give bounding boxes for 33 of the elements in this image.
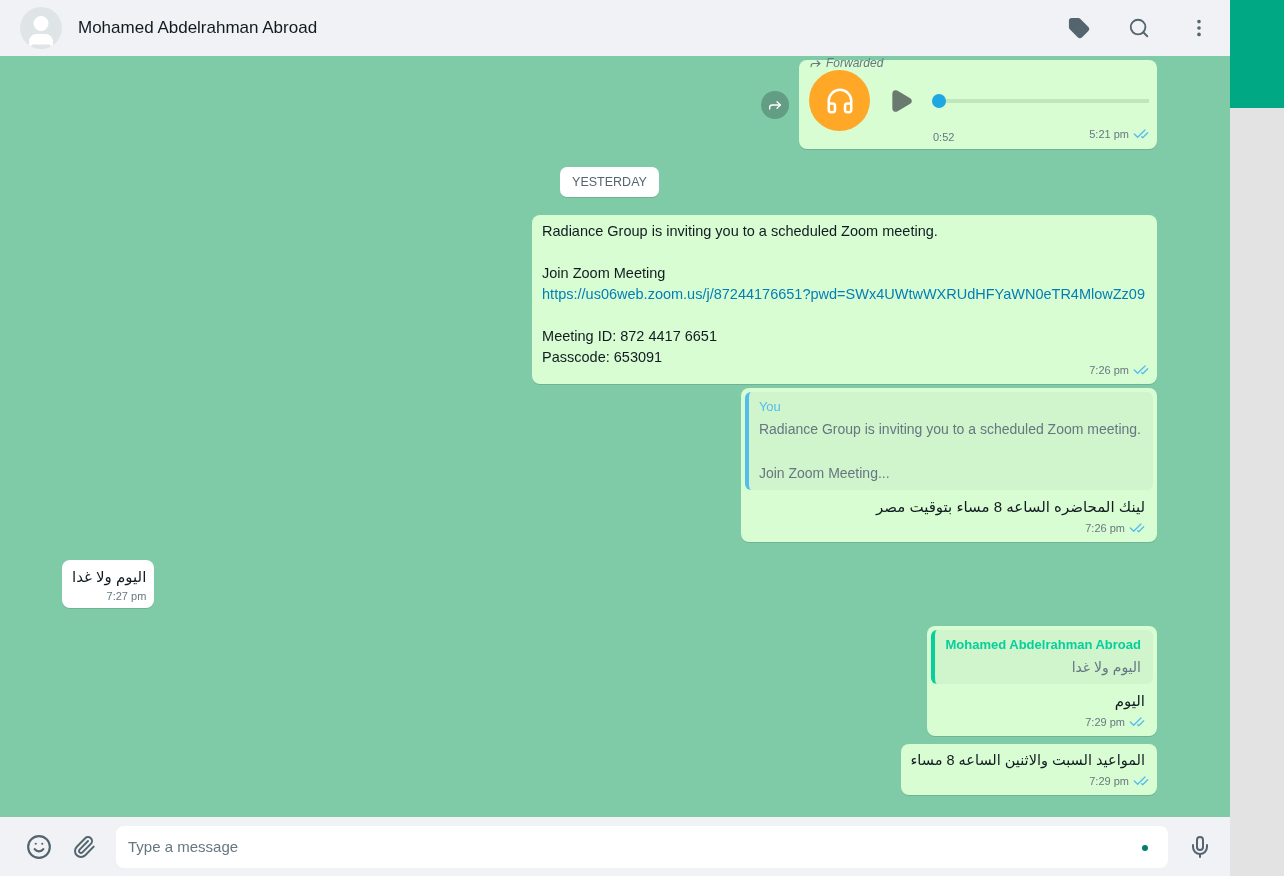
meeting-link[interactable]: https://us06web.zoom.us/j/87244176651?pwd=SWx4UWtwWXRUdHFYaWN0eTR4MlowZz09	[542, 284, 1145, 305]
message-text: المواعيد السبت والاثنين الساعه 8 مساء	[910, 751, 1145, 771]
attach-icon[interactable]	[72, 834, 96, 859]
message-text: لينك المحاضره الساعه 8 مساء بتوقيت مصر	[874, 497, 1145, 518]
forwarded-label: Forwarded	[826, 56, 884, 70]
date-chip: YESTERDAY	[560, 167, 659, 197]
message-text: Radiance Group is inviting you to a scheduled Zoom meeting.	[542, 222, 939, 241]
audio-duration: 0:52	[933, 131, 955, 143]
quote-text: Radiance Group is inviting you to a scheduled Zoom meeting.	[758, 420, 1141, 439]
message-text: Passcode: 653091	[542, 348, 664, 367]
quote-author: Mohamed Abdelrahman Abroad	[945, 636, 1141, 654]
headphones-avatar	[809, 70, 870, 131]
search-icon[interactable]	[1128, 17, 1150, 39]
status-dot-icon	[1142, 844, 1148, 851]
message-time: 7:29 pm	[1085, 716, 1125, 728]
quote-author: You	[758, 398, 782, 416]
quote-text: Join Zoom Meeting...	[758, 464, 891, 483]
message-time: 7:29 pm	[1089, 775, 1129, 787]
message-time: 7:26 pm	[1089, 364, 1129, 376]
emoji-icon[interactable]	[26, 833, 52, 860]
message-time: 5:21 pm	[1089, 128, 1129, 140]
quoted-message[interactable]: You Radiance Group is inviting you to a scheduled Zoom meeting. Join Zoom Meeting...	[744, 392, 1153, 490]
message-text: Join Zoom Meeting	[542, 264, 667, 283]
message-time: 7:27 pm	[106, 590, 147, 602]
message-text: اليوم ولا غدا	[72, 567, 147, 588]
audio-thumb[interactable]	[932, 93, 946, 108]
message-text: Meeting ID: 872 4417 6651	[542, 327, 718, 346]
contact-name[interactable]: Mohamed Abdelrahman Abroad	[78, 18, 1030, 38]
message-time: 7:26 pm	[1085, 522, 1125, 534]
message-input[interactable]: Type a message	[116, 825, 1168, 868]
label-icon[interactable]	[1068, 17, 1090, 39]
quote-text: اليوم ولا غدا	[1070, 658, 1141, 678]
message-text: اليوم	[1113, 691, 1145, 712]
